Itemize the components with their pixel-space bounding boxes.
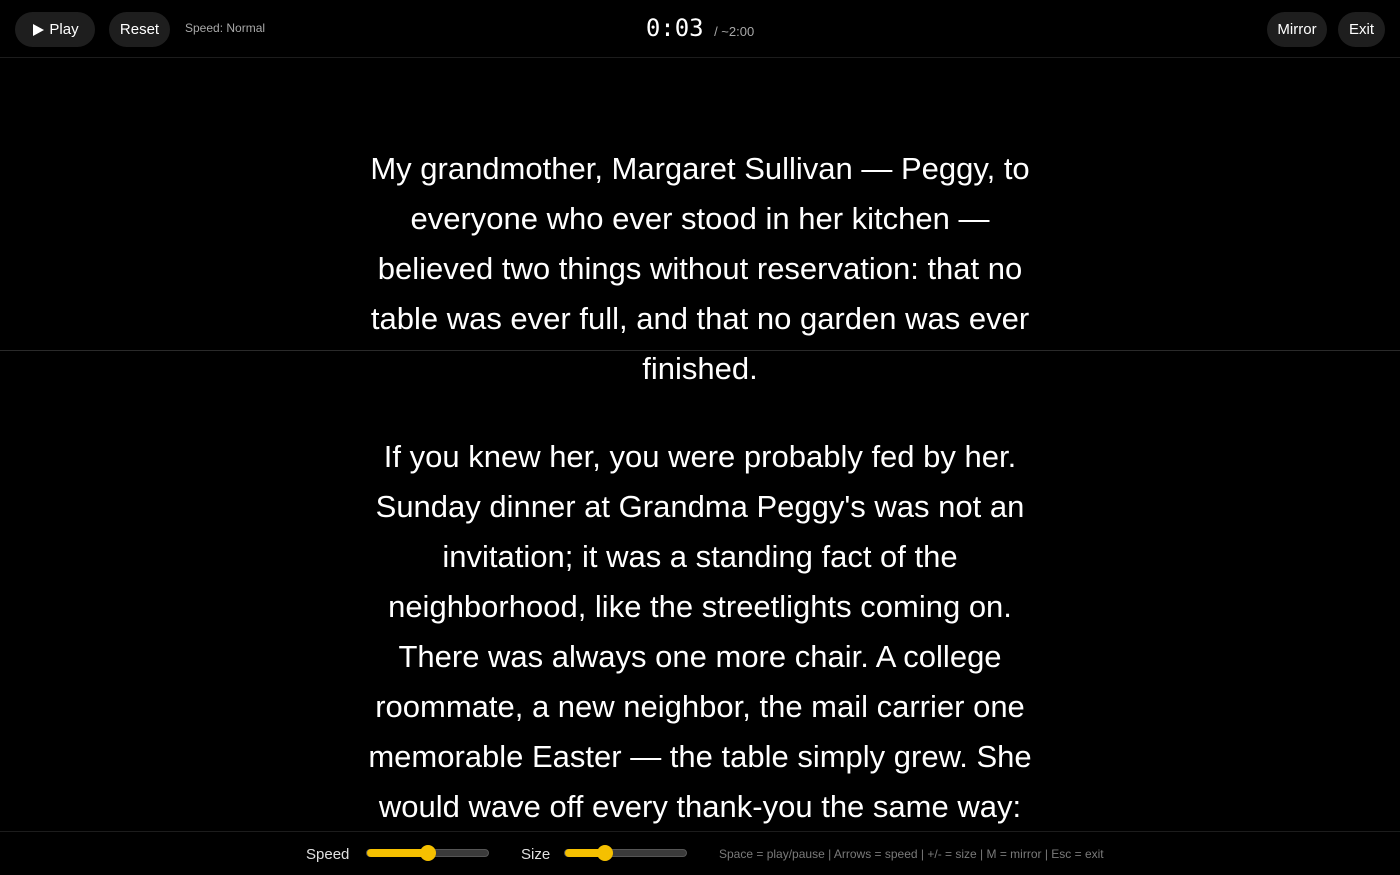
elapsed-time: 0:03 xyxy=(645,14,704,42)
estimated-total-time: / ~2:00 xyxy=(714,24,755,39)
keyboard-shortcuts-hint: Space = play/pause | Arrows = speed | +/… xyxy=(719,847,1104,861)
size-slider-handle[interactable] xyxy=(596,845,613,861)
size-slider[interactable] xyxy=(564,845,687,861)
script-paragraph: If you knew her, you were probably fed b… xyxy=(368,439,1032,824)
script-paragraph: My grandmother, Margaret Sullivan — Pegg… xyxy=(370,151,1030,386)
teleprompter-viewport[interactable]: My grandmother, Margaret Sullivan — Pegg… xyxy=(0,59,1400,831)
speed-slider-label: Speed xyxy=(306,846,350,863)
size-slider-label: Size xyxy=(521,846,551,863)
script-text: My grandmother, Margaret Sullivan — Pegg… xyxy=(360,144,1040,831)
speed-slider[interactable] xyxy=(366,845,489,861)
speed-slider-fill xyxy=(367,849,428,857)
top-toolbar: Play Reset Speed: Normal 0:03 / ~2:00 Mi… xyxy=(0,0,1400,58)
bottom-controls: Speed Size Space = play/pause | Arrows =… xyxy=(0,831,1400,875)
speed-slider-handle[interactable] xyxy=(419,845,436,861)
exit-button[interactable]: Exit xyxy=(1338,12,1385,47)
mirror-button[interactable]: Mirror xyxy=(1267,12,1327,47)
timer: 0:03 / ~2:00 xyxy=(0,14,1400,42)
